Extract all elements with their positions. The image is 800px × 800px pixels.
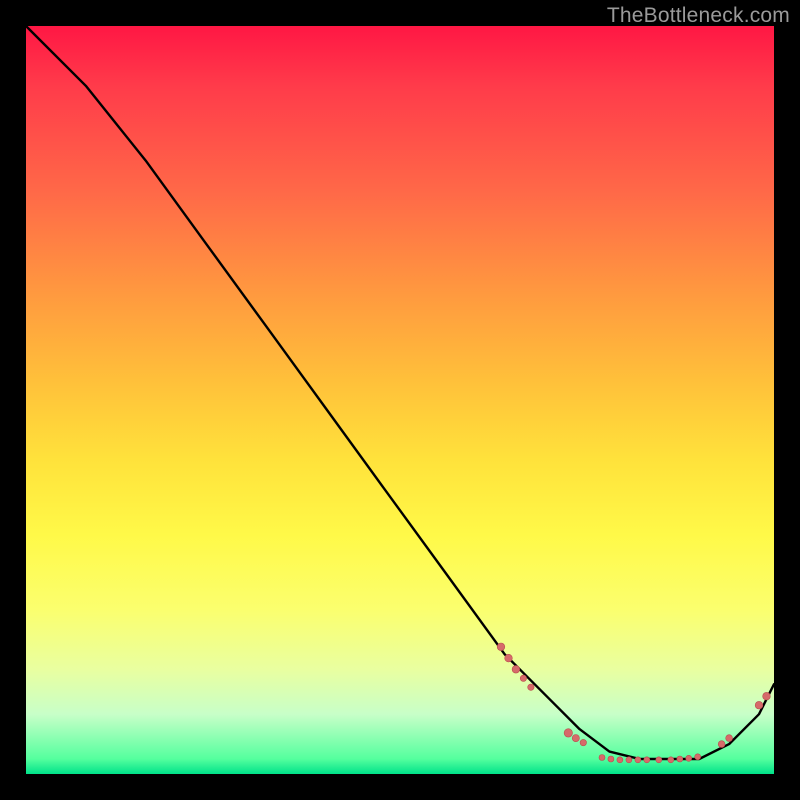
data-marker: [635, 757, 641, 763]
data-marker: [726, 735, 733, 742]
data-marker: [656, 757, 662, 763]
data-marker: [626, 757, 632, 763]
data-marker: [580, 739, 586, 745]
data-marker: [599, 755, 605, 761]
data-marker: [763, 692, 771, 700]
data-marker: [512, 666, 520, 674]
data-marker: [572, 735, 579, 742]
data-marker: [668, 757, 674, 763]
chart-svg: [26, 26, 774, 774]
data-marker: [695, 754, 701, 760]
data-marker: [718, 741, 725, 748]
data-marker: [617, 757, 623, 763]
chart-stage: TheBottleneck.com: [0, 0, 800, 800]
data-marker: [608, 756, 614, 762]
curve-line: [26, 26, 774, 759]
data-marker: [564, 729, 572, 737]
data-marker: [644, 757, 650, 763]
watermark-text: TheBottleneck.com: [607, 4, 790, 28]
plot-area: [26, 26, 774, 774]
data-marker: [528, 684, 534, 690]
data-marker: [755, 701, 763, 709]
data-marker: [505, 654, 513, 662]
data-marker: [677, 756, 683, 762]
data-marker: [520, 675, 526, 681]
data-marker: [686, 755, 692, 761]
data-marker: [497, 643, 505, 651]
